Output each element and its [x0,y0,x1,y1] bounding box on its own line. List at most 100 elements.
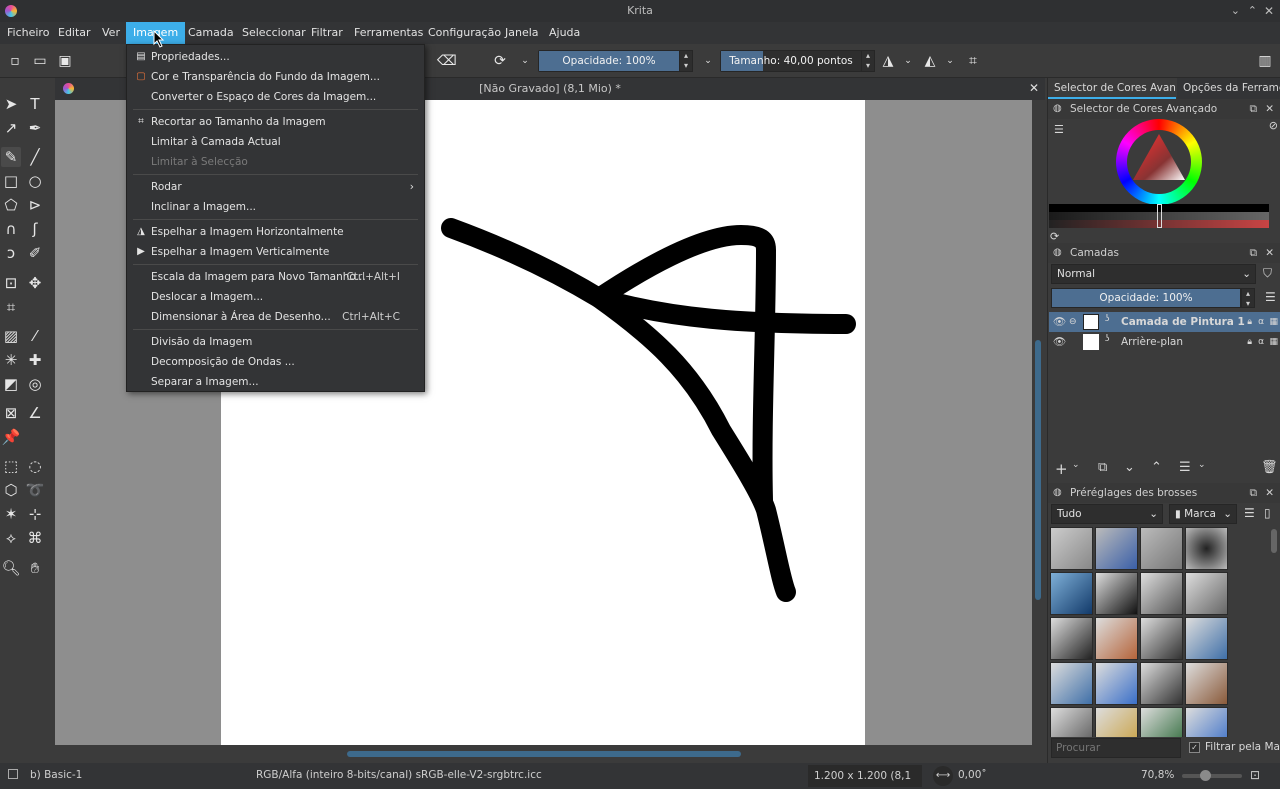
brush-preset[interactable] [1050,707,1093,737]
brush-preset[interactable] [1185,527,1228,570]
brush-preset[interactable] [1095,572,1138,615]
opacity-spin[interactable]: ▴ ▾ [679,50,693,72]
eraser-mode-icon[interactable]: ⌫ [437,52,457,70]
menu-ficheiro[interactable]: Ficheiro [0,22,56,44]
bezier-tool-icon[interactable]: ∩ [1,219,21,239]
gradient-tool-icon[interactable]: ▨ [1,326,21,346]
visibility-eye-icon[interactable]: 👁︎ [1053,312,1066,332]
brush-preset[interactable] [1095,617,1138,660]
brush-grid-scrollbar[interactable] [1270,527,1278,737]
brush-display-icon[interactable]: ▯ [1264,506,1271,520]
menu-seleccionar[interactable]: Seleccionar [235,22,313,44]
color-settings-icon[interactable]: ☰ [1054,123,1064,136]
lock-icon[interactable]: 🔒︎ [1247,332,1252,352]
chevron-down-icon[interactable]: ⌄ [1198,460,1206,470]
menu-item-crop-to-image[interactable]: ⌗ Recortar ao Tamanho da Imagem [127,112,424,132]
reload-preset-icon[interactable]: ⟳ [491,52,509,70]
fit-canvas-icon[interactable]: ⊡ [1250,768,1260,782]
ellipse-tool-icon[interactable]: ○ [25,171,45,191]
menu-item-shear[interactable]: Inclinar a Imagem... [127,197,424,217]
menu-item-resize-canvas[interactable]: Dimensionar à Área de Desenho... Ctrl+Al… [127,307,424,327]
multibrush-icon[interactable]: ✐ [25,243,45,263]
rectangle-tool-icon[interactable]: □ [1,171,21,191]
open-document-icon[interactable]: ▭ [31,52,49,70]
line-tool-icon[interactable]: ╱ [25,147,45,167]
brush-preset-selected[interactable] [1050,572,1093,615]
zoom-slider[interactable] [1182,770,1242,781]
brush-preset[interactable] [1095,527,1138,570]
move-layer-down-icon[interactable]: ⌄ [1124,460,1135,475]
calligraphy-icon[interactable]: ✒ [25,118,45,138]
close-docker-icon[interactable]: ✕ [1265,243,1274,263]
crop-wrap-icon[interactable]: ⌗ [964,52,982,70]
brush-preset[interactable] [1050,617,1093,660]
menu-item-mirror-horizontal[interactable]: ◮ Espelhar a Imagem Horizontalmente [127,222,424,242]
text-tool-icon[interactable]: T [25,94,45,114]
colorize-mask-icon[interactable]: ✳ [1,350,21,370]
filter-layers-icon[interactable]: ⛉ [1263,266,1272,281]
tab-color-selector[interactable]: Selector de Cores Avança... [1048,78,1176,99]
clear-color-icon[interactable]: ⊘ [1269,119,1278,132]
brush-preset[interactable] [1185,707,1228,737]
magnetic-select-icon[interactable]: ⌘ [25,528,45,548]
pan-tool-icon[interactable]: ✋︎ [25,558,45,578]
layer-row-background[interactable]: 👁︎ ʖ Arrière-plan 🔒︎ α ▦ [1049,332,1280,352]
alpha-icon[interactable]: α [1258,332,1264,352]
mirror-vertical-icon[interactable]: ◭ [921,52,939,70]
crop-tool-icon[interactable]: ⌗ [1,297,21,317]
layer-row-paint[interactable]: 👁︎ ⊖ ʖ Camada de Pintura 1 🔒︎ α ▦ [1049,312,1280,332]
menu-item-trim-to-layer[interactable]: Limitar à Camada Actual [127,132,424,152]
fill-tool-icon[interactable]: ◩ [1,374,21,394]
brush-preset[interactable] [1050,527,1093,570]
menu-item-wavelet-decompose[interactable]: Decomposição de Ondas ... [127,352,424,372]
similar-select-icon[interactable]: ⊹ [25,504,45,524]
color-history-strip[interactable] [1049,204,1269,228]
horizontal-scrollbar[interactable] [55,745,1032,763]
ellipse-select-icon[interactable]: ◌ [25,456,45,476]
rotation-icon[interactable]: ⟷ [933,766,953,786]
lock-icon[interactable]: 🔒︎ [1247,312,1252,332]
menu-item-properties[interactable]: ▤ Propriedades... [127,47,424,67]
chevron-down-icon[interactable]: ⌄ [699,52,717,70]
maximize-icon[interactable]: ⌃ [1248,0,1257,22]
reference-images-icon[interactable]: 📌 [1,427,21,447]
rect-select-icon[interactable]: ⬚ [1,456,21,476]
add-layer-icon[interactable]: + [1055,460,1068,478]
duplicate-layer-icon[interactable]: ⧉ [1098,460,1107,475]
layer-menu-icon[interactable]: ☰ [1265,290,1276,304]
brush-preset[interactable] [1140,572,1183,615]
filter-by-tag-checkbox[interactable]: ✓ [1189,742,1200,753]
transform-tool-icon[interactable]: ⊡ [1,273,21,293]
brush-preset[interactable] [1140,662,1183,705]
menu-ferramentas[interactable]: Ferramentas [347,22,430,44]
layer-collapse-icon[interactable]: ⊖ [1069,312,1077,332]
brush-preset[interactable] [1185,572,1228,615]
chevron-down-icon[interactable]: ⌄ [1072,460,1080,470]
close-window-icon[interactable]: ✕ [1264,0,1274,22]
brush-preset[interactable] [1140,617,1183,660]
menu-janela[interactable]: Janela [498,22,546,44]
float-docker-icon[interactable]: ⧉ [1250,483,1258,503]
move-layer-up-icon[interactable]: ⌃ [1151,460,1162,475]
inherit-alpha-icon[interactable]: ▦ [1269,332,1278,352]
menu-camada[interactable]: Camada [181,22,241,44]
tab-tool-options[interactable]: Opções da Ferrame... [1177,78,1280,99]
size-slider[interactable]: Tamanho: 40,00 pontos [720,50,862,72]
chevron-down-icon[interactable]: ⌄ [516,52,534,70]
close-docker-icon[interactable]: ✕ [1265,483,1274,503]
float-docker-icon[interactable]: ⧉ [1250,243,1258,263]
smart-patch-icon[interactable]: ✚ [25,350,45,370]
dynamic-brush-icon[interactable]: ↄ [1,243,21,263]
brush-preset[interactable] [1140,707,1183,737]
polygon-tool-icon[interactable]: ⬠ [1,195,21,215]
menu-item-rotate[interactable]: Rodar › [127,177,424,197]
select-shapes-icon[interactable]: ➤ [1,94,21,114]
assistant-tool-icon[interactable]: ⊠ [1,403,21,423]
freehand-path-icon[interactable]: ʃ [25,219,45,239]
vertical-scrollbar[interactable] [1032,100,1045,745]
move-tool-icon[interactable]: ✥ [25,273,45,293]
layer-opacity-slider[interactable]: Opacidade: 100% [1051,288,1241,308]
delete-layer-icon[interactable]: 🗑︎ [1261,460,1278,475]
refresh-icon[interactable]: ⟳ [1050,230,1059,243]
freehand-brush-icon[interactable]: ✎ [1,147,21,167]
